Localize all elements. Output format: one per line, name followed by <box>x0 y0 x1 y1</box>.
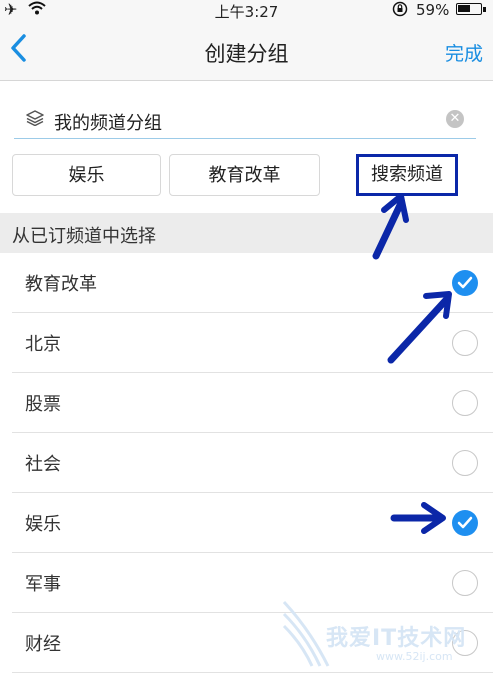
layers-icon <box>26 110 44 130</box>
battery-icon <box>456 3 482 15</box>
unchecked-circle-icon[interactable] <box>452 570 478 596</box>
done-button[interactable]: 完成 <box>445 39 483 66</box>
search-channel-button[interactable]: 搜索频道 <box>356 154 458 196</box>
channel-label: 股票 <box>25 394 61 415</box>
section-title: 从已订频道中选择 <box>12 226 156 247</box>
unchecked-circle-icon[interactable] <box>452 390 478 416</box>
group-name-value[interactable]: 我的频道分组 <box>54 109 162 135</box>
clear-input-button[interactable]: ✕ <box>446 110 464 128</box>
selected-chip-entertainment[interactable]: 娱乐 <box>12 154 161 196</box>
list-item[interactable]: 北京 <box>0 313 493 373</box>
channel-label: 社会 <box>25 454 61 475</box>
section-header: 从已订频道中选择 <box>0 213 493 253</box>
unchecked-circle-icon[interactable] <box>452 330 478 356</box>
channel-label: 财经 <box>25 634 61 655</box>
rotation-lock-icon <box>392 1 408 21</box>
status-bar: ✈ 上午3:27 59% <box>0 0 493 21</box>
unchecked-circle-icon[interactable] <box>452 450 478 476</box>
channel-label: 军事 <box>25 574 61 595</box>
channel-label: 教育改革 <box>25 274 97 295</box>
selected-chip-education-reform[interactable]: 教育改革 <box>169 154 320 196</box>
close-icon: ✕ <box>449 111 461 126</box>
list-item[interactable]: 社会 <box>0 433 493 493</box>
page-title: 创建分组 <box>204 42 289 66</box>
list-item[interactable]: 股票 <box>0 373 493 433</box>
row-divider <box>12 672 493 673</box>
channel-label: 北京 <box>25 334 61 355</box>
navigation-bar: 创建分组 完成 <box>0 20 493 81</box>
battery-percent: 59% <box>416 1 450 19</box>
channel-label: 娱乐 <box>25 514 61 535</box>
battery-tip <box>483 7 486 12</box>
list-item[interactable]: 娱乐 <box>0 493 493 553</box>
list-item[interactable]: 教育改革 <box>0 253 493 313</box>
checked-circle-icon[interactable] <box>452 270 478 296</box>
watermark-url: www.52ij.com <box>376 650 453 663</box>
checked-circle-icon[interactable] <box>452 510 478 536</box>
watermark: 我爱IT技术网 www.52ij.com <box>280 600 493 672</box>
group-name-field[interactable]: 我的频道分组 ✕ <box>14 98 476 139</box>
watermark-text: 我爱IT技术网 <box>326 626 467 651</box>
